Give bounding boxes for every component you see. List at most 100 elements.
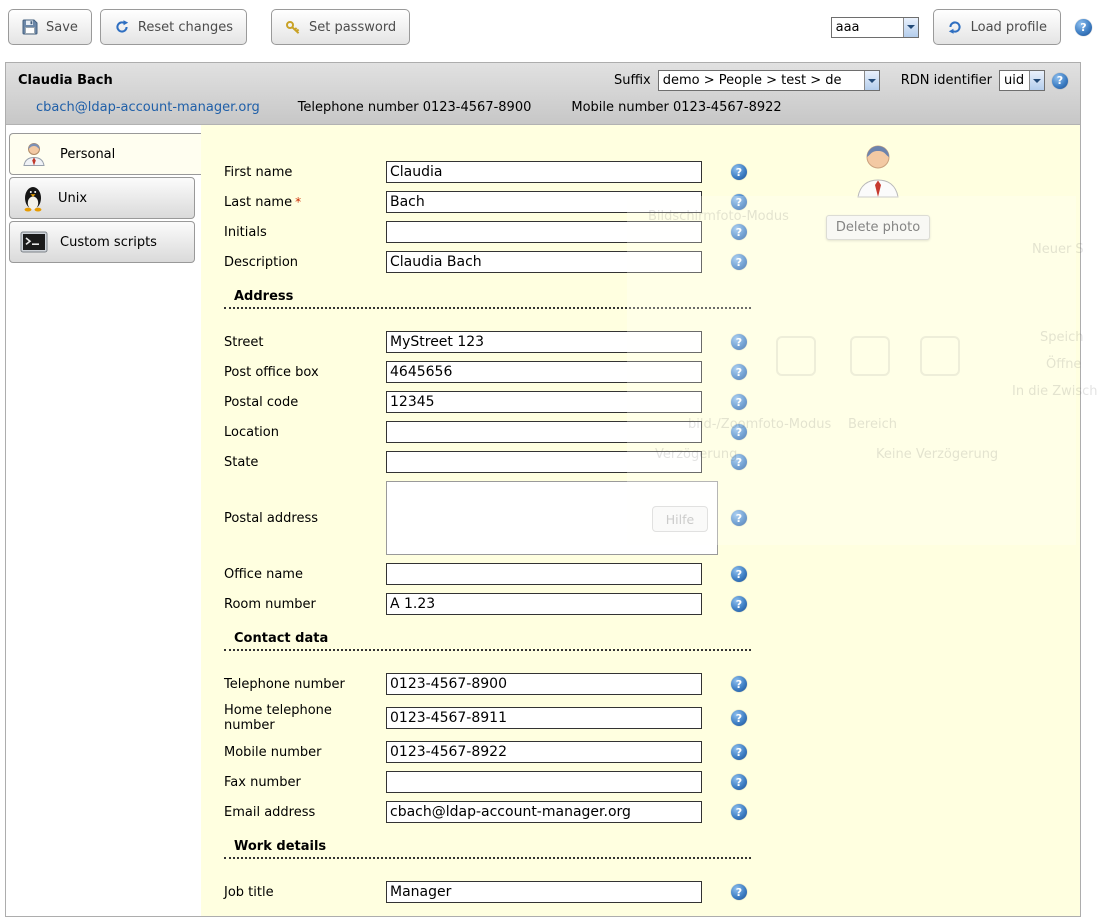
required-marker: * bbox=[295, 195, 301, 209]
help-icon[interactable]: ? bbox=[731, 364, 747, 380]
photo-box: Delete photo bbox=[821, 141, 935, 240]
set-password-button[interactable]: Set password bbox=[271, 9, 410, 45]
description-input[interactable] bbox=[386, 251, 702, 273]
row-email-address: Email address ? bbox=[224, 801, 1080, 823]
section-header-work-details: Work details bbox=[224, 839, 751, 859]
field-label: Mobile number bbox=[224, 745, 386, 760]
row-post-office-box: Post office box ? bbox=[224, 361, 1080, 383]
initials-input[interactable] bbox=[386, 221, 702, 243]
help-icon[interactable]: ? bbox=[731, 194, 747, 210]
help-icon[interactable]: ? bbox=[731, 224, 747, 240]
help-icon[interactable]: ? bbox=[731, 454, 747, 470]
toolbar-right: aaa Load profile ? bbox=[831, 9, 1092, 45]
row-first-name: First name ? bbox=[224, 161, 1080, 183]
help-icon[interactable]: ? bbox=[731, 254, 747, 270]
field-label: Postal code bbox=[224, 395, 386, 410]
field-label: Job title bbox=[224, 885, 386, 900]
row-telephone-number: Telephone number ? bbox=[224, 673, 1080, 695]
postal-address-textarea[interactable] bbox=[386, 481, 718, 555]
chevron-down-icon bbox=[1029, 71, 1044, 90]
email-link[interactable]: cbach@ldap-account-manager.org bbox=[36, 100, 260, 115]
tab-custom-scripts[interactable]: Custom scripts bbox=[9, 221, 195, 263]
section-header-address: Address bbox=[224, 289, 751, 309]
save-button[interactable]: Save bbox=[8, 9, 92, 45]
suffix-select-value: demo > People > test > de bbox=[663, 73, 842, 88]
first-name-input[interactable] bbox=[386, 161, 702, 183]
help-icon[interactable]: ? bbox=[731, 676, 747, 692]
state-input[interactable] bbox=[386, 451, 702, 473]
rdn-select[interactable]: uid bbox=[999, 70, 1045, 91]
field-label: Office name bbox=[224, 567, 386, 582]
row-last-name: Last name* ? bbox=[224, 191, 1080, 213]
row-job-title: Job title ? bbox=[224, 881, 1080, 903]
help-icon[interactable]: ? bbox=[731, 804, 747, 820]
help-icon[interactable]: ? bbox=[731, 164, 747, 180]
field-label: Post office box bbox=[224, 365, 386, 380]
header-mobile: Mobile number 0123-4567-8922 bbox=[571, 100, 781, 115]
mobile-number-input[interactable] bbox=[386, 741, 702, 763]
field-label: Initials bbox=[224, 225, 386, 240]
page-title: Claudia Bach bbox=[18, 73, 113, 88]
tab-unix[interactable]: Unix bbox=[9, 177, 195, 219]
street-input[interactable] bbox=[386, 331, 702, 353]
help-icon[interactable]: ? bbox=[731, 596, 747, 612]
load-profile-icon bbox=[947, 19, 963, 35]
section-title: Address bbox=[234, 289, 293, 304]
field-label: Room number bbox=[224, 597, 386, 612]
row-office-name: Office name ? bbox=[224, 563, 1080, 585]
post-office-box-input[interactable] bbox=[386, 361, 702, 383]
field-label: Fax number bbox=[224, 775, 386, 790]
help-icon[interactable]: ? bbox=[731, 424, 747, 440]
telephone-number-input[interactable] bbox=[386, 673, 702, 695]
profile-select-value: aaa bbox=[836, 20, 860, 35]
section-title: Work details bbox=[234, 839, 326, 854]
key-icon bbox=[285, 19, 301, 35]
row-postal-code: Postal code ? bbox=[224, 391, 1080, 413]
help-icon[interactable]: ? bbox=[731, 884, 747, 900]
load-profile-button[interactable]: Load profile bbox=[933, 9, 1061, 45]
person-icon bbox=[20, 140, 48, 168]
last-name-input[interactable] bbox=[386, 191, 702, 213]
chevron-down-icon bbox=[864, 71, 879, 90]
row-postal-address: Postal address ? bbox=[224, 481, 1080, 555]
suffix-select[interactable]: demo > People > test > de bbox=[658, 70, 880, 91]
module-sidebar: Personal Unix Custom scripts bbox=[6, 125, 201, 917]
help-icon[interactable]: ? bbox=[731, 710, 747, 726]
profile-select[interactable]: aaa bbox=[831, 17, 919, 38]
field-label: Street bbox=[224, 335, 386, 350]
fax-number-input[interactable] bbox=[386, 771, 702, 793]
help-icon[interactable]: ? bbox=[731, 334, 747, 350]
help-icon[interactable]: ? bbox=[731, 394, 747, 410]
help-icon[interactable]: ? bbox=[1075, 19, 1092, 36]
help-icon[interactable]: ? bbox=[1052, 73, 1068, 89]
job-title-input[interactable] bbox=[386, 881, 702, 903]
office-name-input[interactable] bbox=[386, 563, 702, 585]
account-editor: Claudia Bach Suffix demo > People > test… bbox=[5, 62, 1081, 917]
row-home-telephone-number: Home telephone number ? bbox=[224, 703, 1080, 733]
rdn-select-value: uid bbox=[1004, 73, 1024, 88]
home-telephone-input[interactable] bbox=[386, 707, 702, 729]
tab-personal-label: Personal bbox=[60, 147, 115, 162]
tab-personal[interactable]: Personal bbox=[9, 133, 202, 175]
help-icon[interactable]: ? bbox=[731, 744, 747, 760]
field-label: Last name* bbox=[224, 195, 386, 210]
location-input[interactable] bbox=[386, 421, 702, 443]
reset-icon bbox=[114, 19, 130, 35]
row-fax-number: Fax number ? bbox=[224, 771, 1080, 793]
chevron-down-icon bbox=[903, 18, 918, 37]
section-header-contact-data: Contact data bbox=[224, 631, 751, 651]
row-room-number: Room number ? bbox=[224, 593, 1080, 615]
room-number-input[interactable] bbox=[386, 593, 702, 615]
field-label: Postal address bbox=[224, 511, 386, 526]
help-icon[interactable]: ? bbox=[731, 510, 747, 526]
account-header: Claudia Bach Suffix demo > People > test… bbox=[6, 63, 1080, 125]
reset-changes-label: Reset changes bbox=[138, 20, 233, 35]
field-label: Telephone number bbox=[224, 677, 386, 692]
help-icon[interactable]: ? bbox=[731, 566, 747, 582]
postal-code-input[interactable] bbox=[386, 391, 702, 413]
help-icon[interactable]: ? bbox=[731, 774, 747, 790]
delete-photo-button[interactable]: Delete photo bbox=[826, 215, 930, 240]
reset-changes-button[interactable]: Reset changes bbox=[100, 9, 247, 45]
email-address-input[interactable] bbox=[386, 801, 702, 823]
suffix-label: Suffix bbox=[614, 73, 651, 88]
